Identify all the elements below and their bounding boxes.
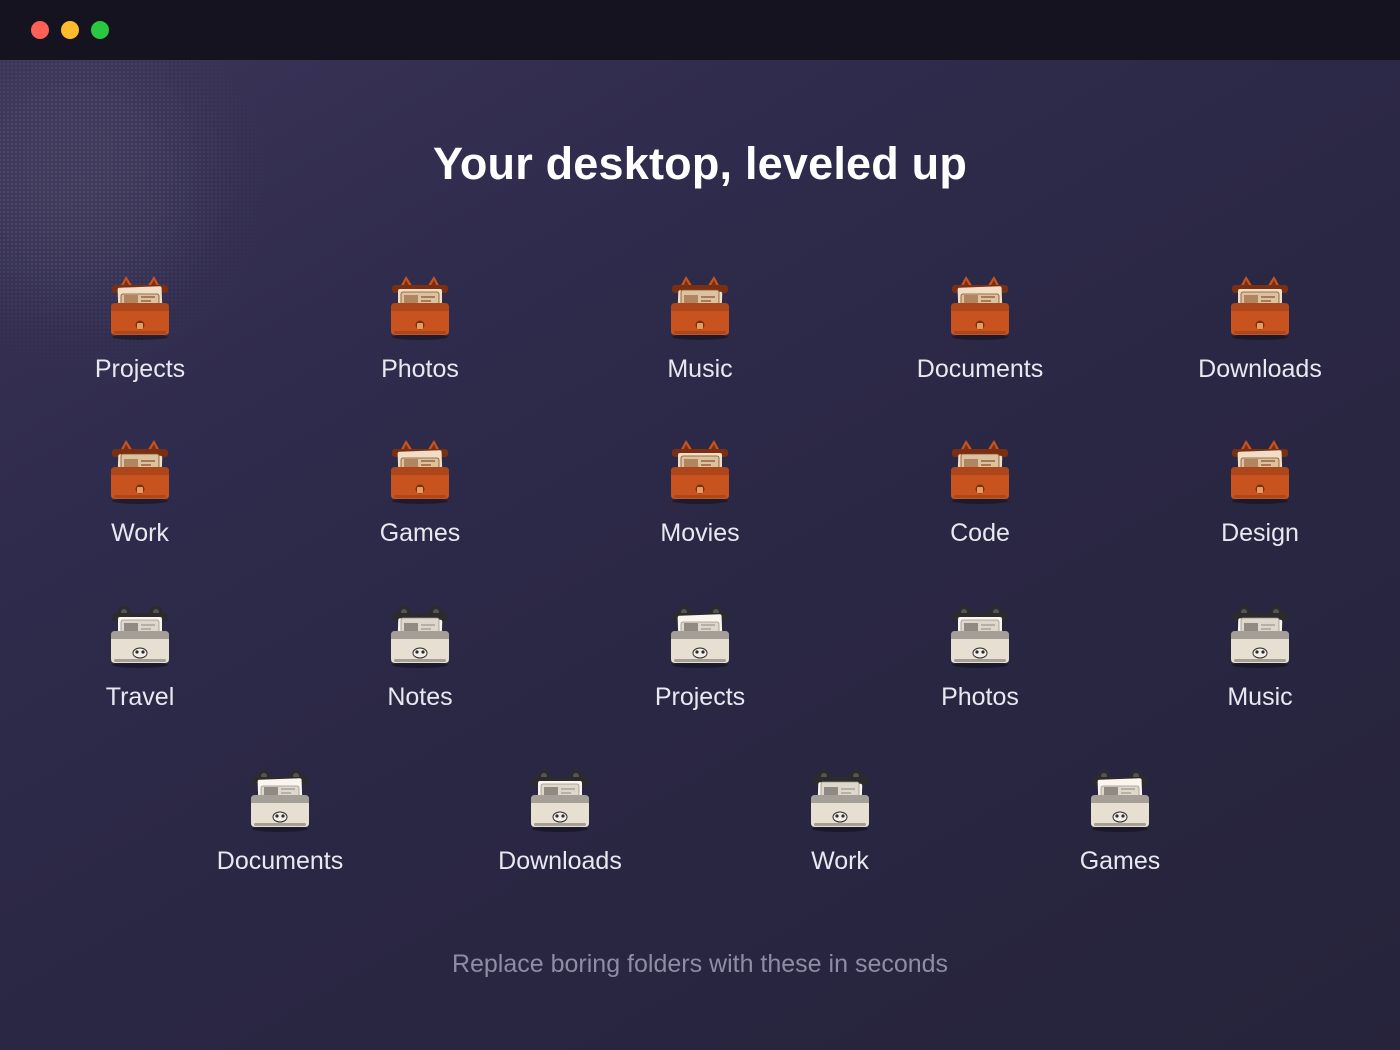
folder-item-downloads[interactable]: Downloads [450, 765, 670, 876]
folder-item-work[interactable]: Work [730, 765, 950, 876]
folder-item-projects[interactable]: Projects [590, 601, 810, 712]
panda-folder-icon [310, 601, 530, 669]
folder-label: Work [811, 847, 869, 875]
fox-folder-icon [870, 273, 1090, 341]
fox-folder-icon [1150, 437, 1370, 505]
panda-folder-icon [170, 765, 390, 833]
fox-folder-icon [30, 273, 250, 341]
folder-label: Work [111, 519, 169, 547]
fox-folder-icon [590, 273, 810, 341]
folder-item-games[interactable]: Games [310, 437, 530, 548]
fox-folder-icon [1150, 273, 1370, 341]
folder-item-movies[interactable]: Movies [590, 437, 810, 548]
folder-item-music[interactable]: Music [590, 273, 810, 384]
folder-item-notes[interactable]: Notes [310, 601, 530, 712]
folder-label: Notes [387, 683, 453, 711]
maximize-window-button[interactable] [91, 21, 109, 39]
folder-item-design[interactable]: Design [1150, 437, 1370, 548]
folder-item-downloads[interactable]: Downloads [1150, 273, 1370, 384]
folder-item-documents[interactable]: Documents [170, 765, 390, 876]
folder-item-music[interactable]: Music [1150, 601, 1370, 712]
folder-item-code[interactable]: Code [870, 437, 1090, 548]
window-titlebar [0, 0, 1400, 60]
folder-label: Downloads [1198, 355, 1322, 383]
minimize-window-button[interactable] [61, 21, 79, 39]
panda-folder-icon [730, 765, 950, 833]
folder-label: Projects [94, 355, 186, 383]
fox-folder-icon [310, 273, 530, 341]
folder-label: Code [950, 519, 1010, 547]
folder-label: Documents [216, 847, 344, 875]
folder-label: Travel [105, 683, 175, 711]
folder-item-documents[interactable]: Documents [870, 273, 1090, 384]
folder-item-games[interactable]: Games [1010, 765, 1230, 876]
folder-label: Games [379, 519, 461, 547]
folder-label: Music [1227, 683, 1293, 711]
folder-item-photos[interactable]: Photos [870, 601, 1090, 712]
desktop-showcase: Your desktop, leveled up Projects Photos [0, 60, 1400, 1050]
fox-folder-icon [870, 437, 1090, 505]
panda-folder-icon [1010, 765, 1230, 833]
folder-label: Downloads [498, 847, 622, 875]
close-window-button[interactable] [31, 21, 49, 39]
page-subtitle: Replace boring folders with these in sec… [451, 950, 949, 978]
folder-label: Games [1079, 847, 1161, 875]
folder-label: Music [667, 355, 733, 383]
folder-label: Photos [381, 355, 459, 383]
fox-folder-icon [310, 437, 530, 505]
fox-folder-icon [30, 437, 250, 505]
panda-folder-icon [1150, 601, 1370, 669]
folder-item-photos[interactable]: Photos [310, 273, 530, 384]
folder-item-projects[interactable]: Projects [30, 273, 250, 384]
folder-item-work[interactable]: Work [30, 437, 250, 548]
folder-label: Design [1221, 519, 1299, 547]
page-title: Your desktop, leveled up [432, 138, 968, 189]
panda-folder-icon [870, 601, 1090, 669]
folder-label: Projects [654, 683, 746, 711]
fox-folder-icon [590, 437, 810, 505]
panda-folder-icon [590, 601, 810, 669]
panda-folder-icon [30, 601, 250, 669]
folder-item-travel[interactable]: Travel [30, 601, 250, 712]
folder-label: Photos [941, 683, 1019, 711]
folder-label: Movies [660, 519, 740, 547]
folder-label: Documents [916, 355, 1044, 383]
panda-folder-icon [450, 765, 670, 833]
